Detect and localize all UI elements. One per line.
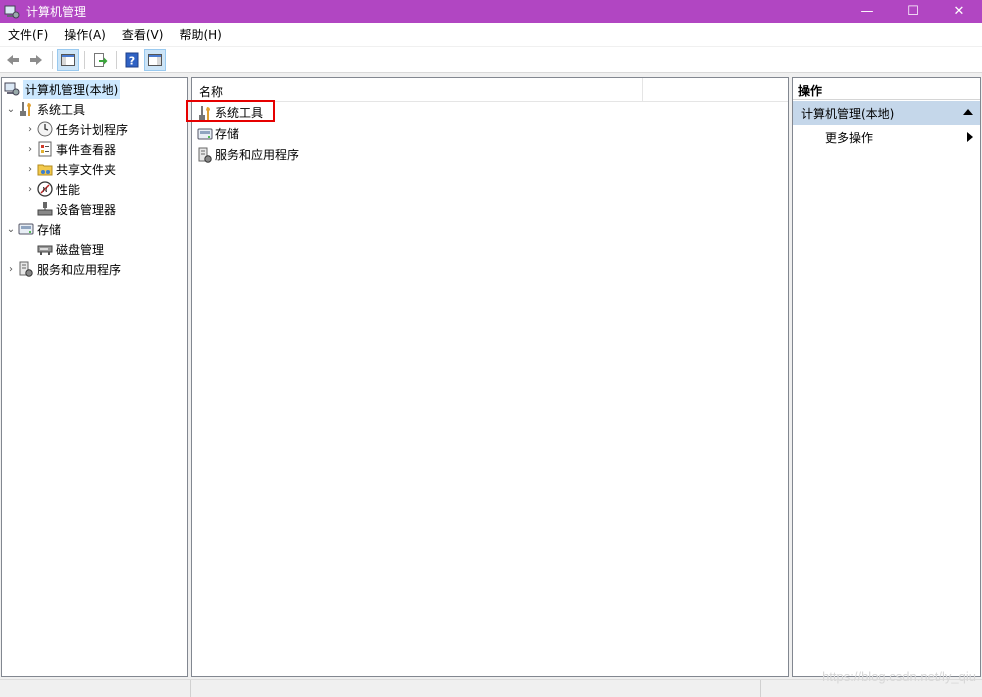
toolbar: ? <box>0 47 982 73</box>
column-header-name[interactable]: 名称 <box>199 83 223 100</box>
actions-section-header[interactable]: 计算机管理(本地) <box>793 101 980 125</box>
toolbar-separator <box>84 50 85 69</box>
tree-item-label: 存储 <box>37 222 62 237</box>
forward-icon[interactable] <box>25 49 47 71</box>
chevron-down-icon[interactable]: ⌄ <box>4 219 18 239</box>
list-item-storage[interactable]: 存储 <box>197 123 239 144</box>
menu-action[interactable]: 操作(A) <box>56 23 114 47</box>
collapse-up-icon[interactable] <box>963 109 973 115</box>
tree-item-label: 任务计划程序 <box>56 122 129 137</box>
navigation-tree: 计算机管理(本地) ⌄ 系统工具 › 任务计划程序 › 事件查看器 › 共享文件… <box>1 77 188 677</box>
status-divider <box>190 680 191 697</box>
chevron-right-icon[interactable]: › <box>23 159 37 179</box>
list-item-label: 服务和应用程序 <box>215 148 300 162</box>
tree-item-label: 服务和应用程序 <box>37 262 122 277</box>
toolbar-separator <box>116 50 117 69</box>
tree-item-root[interactable]: 计算机管理(本地) <box>4 79 121 99</box>
tree-item-storage[interactable]: ⌄ 存储 <box>4 219 61 239</box>
toolbar-separator <box>52 50 53 69</box>
list-item-services-apps[interactable]: 服务和应用程序 <box>197 144 299 165</box>
help-icon[interactable]: ? <box>121 49 143 71</box>
maximize-button[interactable]: ☐ <box>890 0 936 23</box>
tree-item-services-apps[interactable]: › 服务和应用程序 <box>4 259 121 279</box>
chevron-right-icon[interactable]: › <box>4 259 18 279</box>
tree-item-shared-folders[interactable]: › 共享文件夹 <box>23 159 116 179</box>
chevron-right-icon[interactable]: › <box>23 179 37 199</box>
list-item-label: 存储 <box>215 127 240 141</box>
content-list: 名称 系统工具 存储 服务和应用程序 <box>191 77 789 677</box>
tree-item-label: 计算机管理(本地) <box>23 79 121 99</box>
close-button[interactable]: ✕ <box>936 0 982 23</box>
performance-icon: N <box>37 181 53 197</box>
tree-item-label: 磁盘管理 <box>56 242 105 257</box>
chevron-right-icon[interactable]: › <box>23 139 37 159</box>
export-icon[interactable] <box>89 49 111 71</box>
shared-folder-icon <box>37 161 53 177</box>
tools-icon <box>18 101 34 117</box>
tree-item-label: 设备管理器 <box>56 202 117 217</box>
tree-item-event-viewer[interactable]: › 事件查看器 <box>23 139 116 159</box>
tree-item-disk-management[interactable]: 磁盘管理 <box>37 239 104 259</box>
show-tree-icon[interactable] <box>57 48 79 71</box>
svg-text:?: ? <box>129 54 135 67</box>
chevron-right-icon[interactable]: › <box>23 119 37 139</box>
storage-icon <box>197 126 213 142</box>
menu-help[interactable]: 帮助(H) <box>171 23 229 47</box>
column-header: 名称 <box>192 78 788 102</box>
computer-management-icon <box>4 81 20 97</box>
back-icon[interactable] <box>2 49 24 71</box>
show-action-pane-icon[interactable] <box>144 48 166 71</box>
tree-item-device-manager[interactable]: 设备管理器 <box>37 199 116 219</box>
menu-bar: 文件(F) 操作(A) 查看(V) 帮助(H) <box>0 23 982 47</box>
menu-file[interactable]: 文件(F) <box>0 23 56 47</box>
status-divider <box>760 680 761 697</box>
tree-item-system-tools[interactable]: ⌄ 系统工具 <box>4 99 85 119</box>
column-divider[interactable] <box>642 78 643 102</box>
services-icon <box>18 261 34 277</box>
watermark-text: https://blog.csdn.net/ly_qiu <box>822 669 976 684</box>
highlight-annotation-box <box>186 100 275 122</box>
clock-icon <box>37 121 53 137</box>
svg-text:N: N <box>42 186 47 194</box>
computer-management-icon <box>4 4 20 20</box>
device-manager-icon <box>37 201 53 217</box>
submenu-arrow-icon[interactable] <box>967 132 973 142</box>
actions-pane: 操作 计算机管理(本地) 更多操作 <box>792 77 981 677</box>
tree-item-task-scheduler[interactable]: › 任务计划程序 <box>23 119 128 139</box>
actions-title: 操作 <box>793 78 980 100</box>
tree-item-performance[interactable]: › N 性能 <box>23 179 80 199</box>
more-actions-item[interactable]: 更多操作 <box>825 129 873 146</box>
tree-item-label: 共享文件夹 <box>56 162 117 177</box>
tree-item-label: 事件查看器 <box>56 142 117 157</box>
menu-view[interactable]: 查看(V) <box>114 23 172 47</box>
services-icon <box>197 147 213 163</box>
event-viewer-icon <box>37 141 53 157</box>
disk-icon <box>37 241 53 257</box>
title-bar: 计算机管理 — ☐ ✕ <box>0 0 982 23</box>
storage-icon <box>18 221 34 237</box>
tree-item-label: 系统工具 <box>37 102 86 117</box>
actions-section-label: 计算机管理(本地) <box>801 106 895 121</box>
minimize-button[interactable]: — <box>844 0 890 23</box>
chevron-down-icon[interactable]: ⌄ <box>4 99 18 119</box>
window-title: 计算机管理 <box>26 5 87 19</box>
tree-item-label: 性能 <box>56 182 81 197</box>
